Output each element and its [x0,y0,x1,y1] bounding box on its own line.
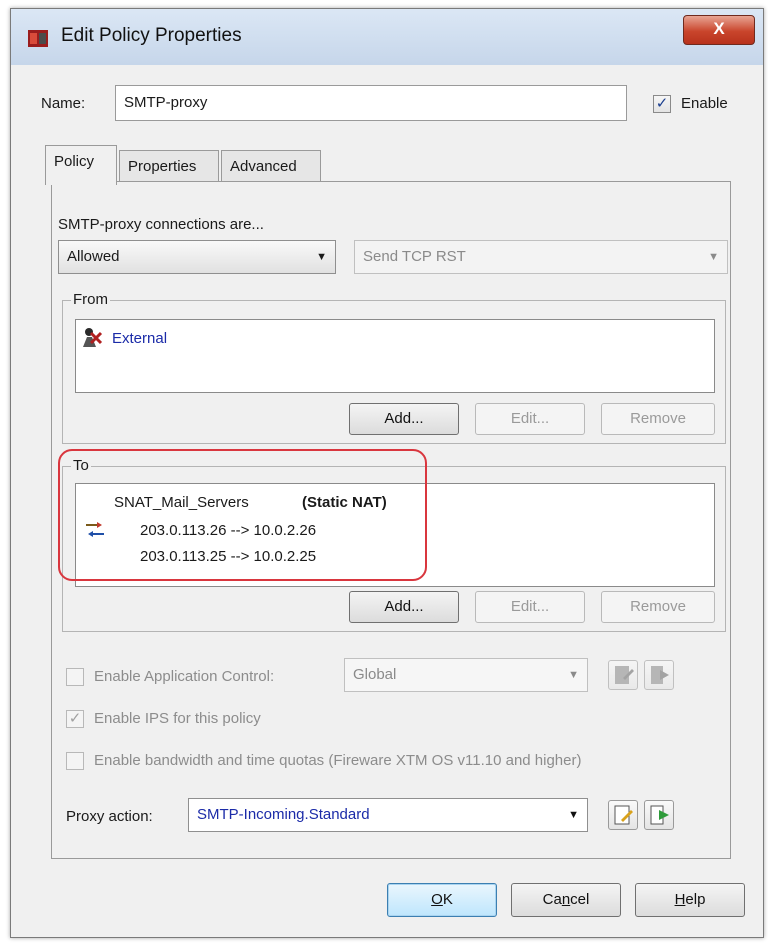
tab-policy[interactable]: Policy [45,145,117,185]
name-input[interactable]: SMTP-proxy [115,85,627,121]
to-edit-button[interactable]: Edit... [475,591,585,623]
edit-proxy-action-icon[interactable] [608,800,638,830]
connection-action-select[interactable]: Allowed ▼ [58,240,336,274]
policy-tab-panel: SMTP-proxy connections are... Allowed ▼ … [51,181,731,859]
ok-label-rest: K [442,891,453,908]
proxy-action-value: SMTP-Incoming.Standard [197,806,370,823]
nat-mapping-1: 203.0.113.26 --> 10.0.2.26 [140,522,317,539]
quotas-checkbox[interactable] [66,752,84,770]
from-list[interactable]: External [75,319,715,393]
window-title: Edit Policy Properties [61,25,242,46]
connection-action-value: Allowed [67,248,120,265]
tab-advanced[interactable]: Advanced [221,150,321,184]
external-alias: External [112,330,168,347]
tab-properties[interactable]: Properties [119,150,219,184]
from-legend: From [71,291,110,309]
cancel-button[interactable]: Cancel [511,883,621,917]
clone-app-action-icon[interactable] [644,660,674,690]
deny-action-select[interactable]: Send TCP RST ▼ [354,240,728,274]
title-bar[interactable]: Edit Policy Properties X [11,9,763,65]
cancel-mnemonic: n [561,891,571,908]
to-add-button[interactable]: Add... [349,591,459,623]
cancel-label-pre: Ca [542,891,562,908]
from-add-button[interactable]: Add... [349,403,459,435]
proxy-action-select[interactable]: SMTP-Incoming.Standard ▼ [188,798,588,832]
to-legend: To [71,457,91,475]
from-group: From External Add... Edit... Remove [62,291,726,444]
help-mnemonic: H [674,891,686,908]
chevron-down-icon: ▼ [568,809,579,821]
edit-app-action-icon[interactable] [608,660,638,690]
cancel-label-rest: cel [570,891,590,908]
from-edit-button[interactable]: Edit... [475,403,585,435]
enable-label: Enable [681,95,728,112]
network-alias-icon [80,326,104,354]
to-group: To SNAT_Mail_Servers (Static NAT) 203.0.… [62,457,726,632]
app-logo-icon [27,27,49,49]
chevron-down-icon: ▼ [568,669,579,681]
chevron-down-icon: ▼ [316,251,327,263]
quotas-label: Enable bandwidth and time quotas (Firewa… [94,752,582,769]
app-control-select[interactable]: Global ▼ [344,658,588,692]
proxy-action-label: Proxy action: [66,808,153,825]
ok-mnemonic: O [431,891,443,908]
nat-arrows-icon [84,520,106,544]
app-control-label: Enable Application Control: [94,668,275,685]
list-item[interactable]: SNAT_Mail_Servers (Static NAT) 203.0.113… [76,484,706,584]
edit-policy-dialog: Edit Policy Properties X Name: SMTP-prox… [10,8,764,938]
name-label: Name: [41,95,86,112]
app-control-value: Global [353,666,397,683]
ok-button[interactable]: OK [387,883,497,917]
clone-proxy-action-icon[interactable] [644,800,674,830]
close-button[interactable]: X [683,15,755,45]
enable-checkbox[interactable]: ✓ [653,95,671,113]
close-icon: X [713,19,725,38]
nat-mapping-2: 203.0.113.25 --> 10.0.2.25 [140,548,317,565]
chevron-down-icon: ▼ [708,251,719,263]
to-remove-button[interactable]: Remove [601,591,715,623]
to-list[interactable]: SNAT_Mail_Servers (Static NAT) 203.0.113… [75,483,715,587]
app-control-checkbox[interactable] [66,668,84,686]
help-label-rest: elp [685,891,706,908]
help-button[interactable]: Help [635,883,745,917]
ips-label: Enable IPS for this policy [94,710,261,727]
snat-name: SNAT_Mail_Servers [114,494,249,511]
from-remove-button[interactable]: Remove [601,403,715,435]
connections-label: SMTP-proxy connections are... [58,216,264,233]
snat-type: (Static NAT) [302,494,387,511]
ips-checkbox[interactable]: ✓ [66,710,84,728]
deny-action-value: Send TCP RST [363,248,466,265]
